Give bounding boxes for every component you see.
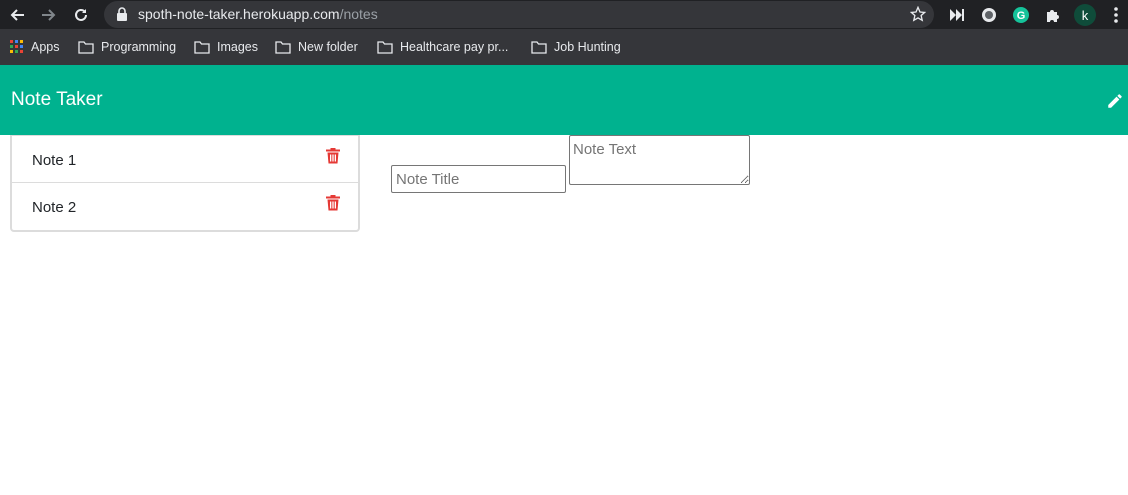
- bookmark-label: Healthcare pay pr...: [400, 40, 509, 54]
- address-bar[interactable]: spoth-note-taker.herokuapp.com/notes: [104, 1, 934, 28]
- bookmark-apps[interactable]: Apps: [10, 38, 60, 56]
- media-skip-icon[interactable]: [947, 5, 967, 25]
- folder-icon: [531, 40, 547, 54]
- pencil-icon[interactable]: [1106, 92, 1124, 110]
- bookmark-healthcare[interactable]: Healthcare pay pr...: [377, 38, 508, 56]
- bookmark-images[interactable]: Images: [194, 38, 258, 56]
- back-button[interactable]: [6, 4, 28, 26]
- grammarly-icon[interactable]: G: [1011, 5, 1031, 25]
- bookmark-label: Job Hunting: [554, 40, 621, 54]
- list-item[interactable]: Note 1: [12, 136, 358, 183]
- extensions-puzzle-icon[interactable]: [1043, 5, 1063, 25]
- browser-toolbar: spoth-note-taker.herokuapp.com/notes G k: [0, 0, 1128, 29]
- folder-icon: [275, 40, 291, 54]
- list-item[interactable]: Note 2: [12, 183, 358, 230]
- record-extension-icon[interactable]: [979, 5, 999, 25]
- lock-icon: [117, 7, 127, 21]
- bookmark-programming[interactable]: Programming: [78, 38, 176, 56]
- url-host: spoth-note-taker.herokuapp.com: [138, 6, 340, 22]
- bookmark-job-hunting[interactable]: Job Hunting: [531, 38, 621, 56]
- svg-text:G: G: [1017, 10, 1026, 22]
- url-path: /notes: [339, 6, 378, 22]
- folder-icon: [78, 40, 94, 54]
- bookmark-new-folder[interactable]: New folder: [275, 38, 358, 56]
- bookmark-label: Apps: [31, 40, 60, 54]
- profile-initial: k: [1081, 7, 1089, 23]
- bookmark-label: Images: [217, 40, 258, 54]
- note-title-input[interactable]: [391, 165, 566, 193]
- chrome-menu-icon[interactable]: [1106, 5, 1126, 25]
- apps-grid-icon: [10, 40, 23, 53]
- back-arrow-icon: [10, 9, 24, 21]
- note-text-textarea[interactable]: [569, 135, 750, 185]
- app-navbar: Note Taker: [0, 65, 1128, 135]
- notes-list: Note 1 Note 2: [10, 135, 360, 232]
- bookmark-label: New folder: [298, 40, 358, 54]
- bookmark-label: Programming: [101, 40, 177, 54]
- folder-icon: [194, 40, 210, 54]
- profile-avatar[interactable]: k: [1074, 4, 1096, 26]
- url-text: spoth-note-taker.herokuapp.com/notes: [138, 6, 378, 22]
- bookmark-star-icon[interactable]: [910, 6, 926, 22]
- folder-icon: [377, 40, 393, 54]
- app-brand[interactable]: Note Taker: [11, 89, 103, 111]
- bookmarks-bar: Apps Programming Images New folder Healt…: [0, 29, 1128, 65]
- reload-button[interactable]: [70, 4, 92, 26]
- trash-icon[interactable]: [326, 148, 340, 164]
- forward-button[interactable]: [38, 4, 60, 26]
- reload-icon: [75, 8, 87, 21]
- note-title[interactable]: Note 1: [32, 152, 76, 169]
- forward-arrow-icon: [42, 9, 56, 21]
- trash-icon[interactable]: [326, 195, 340, 211]
- note-title[interactable]: Note 2: [32, 199, 76, 216]
